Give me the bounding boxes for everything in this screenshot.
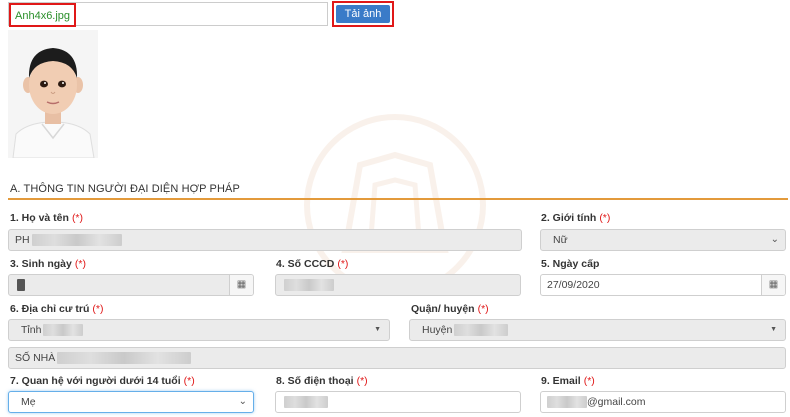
birth-date-input[interactable]: ▦ [8, 274, 254, 296]
caret-down-icon: ▼ [770, 326, 777, 333]
phone-input[interactable] [275, 391, 521, 413]
phone-label: 8. Số điện thoại (*) [276, 375, 368, 387]
chevron-down-icon: ⌄ [770, 234, 779, 245]
watermark-logo [300, 110, 490, 300]
relation-label: 7. Quan hệ với người dưới 14 tuổi (*) [10, 375, 195, 387]
province-select[interactable]: Tỉnh ▼ [8, 319, 390, 341]
issue-date-input[interactable]: 27/09/2020 ▦ [540, 274, 786, 296]
upload-photo-button[interactable]: Tải ảnh [332, 1, 394, 27]
file-name-text: Anh4x6.jpg [9, 3, 77, 27]
street-address-input[interactable]: SỐ NHÀ [8, 347, 786, 369]
full-name-label: 1. Họ và tên (*) [10, 212, 84, 224]
portrait-photo [8, 30, 98, 158]
caret-down-icon: ▼ [374, 326, 381, 333]
upload-button-label: Tải ảnh [336, 5, 390, 23]
address-label: 6. Địa chỉ cư trú (*) [10, 303, 104, 315]
gender-select[interactable]: Nữ ⌄ [540, 229, 786, 251]
id-number-label: 4. Số CCCD (*) [276, 258, 349, 270]
gender-label: 2. Giới tính (*) [541, 212, 611, 224]
relation-select[interactable]: Mẹ ⌄ [8, 391, 254, 413]
file-path-input[interactable]: Anh4x6.jpg [8, 2, 328, 27]
birth-date-label: 3. Sinh ngày (*) [10, 258, 86, 270]
id-number-input[interactable] [275, 274, 521, 296]
calendar-icon[interactable]: ▦ [761, 275, 785, 295]
calendar-icon[interactable]: ▦ [229, 275, 253, 295]
issue-date-label: 5. Ngày cấp [541, 258, 600, 270]
section-divider [8, 198, 788, 200]
section-title: A. THÔNG TIN NGƯỜI ĐẠI DIỆN HỢP PHÁP [10, 183, 240, 195]
full-name-input[interactable]: PH [8, 229, 522, 251]
district-select[interactable]: Huyện ▼ [409, 319, 786, 341]
chevron-down-icon: ⌄ [238, 396, 247, 407]
email-label: 9. Email (*) [541, 375, 595, 387]
district-label: Quận/ huyện (*) [411, 303, 489, 315]
email-input[interactable]: @gmail.com [540, 391, 786, 413]
